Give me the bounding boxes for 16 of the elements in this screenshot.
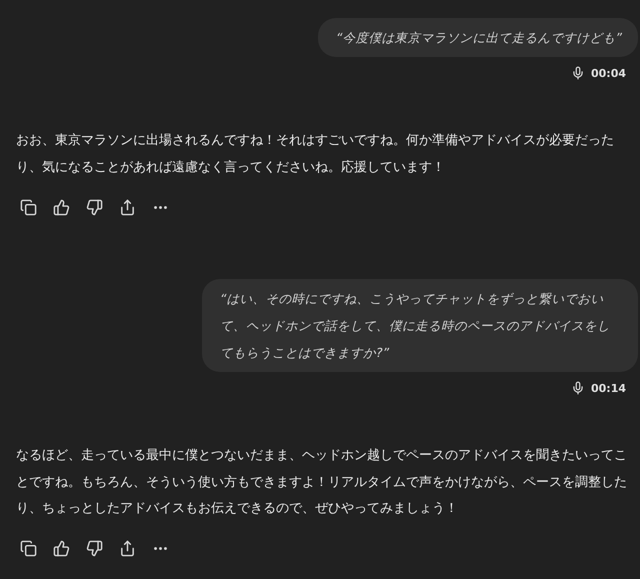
copy-icon[interactable] — [20, 540, 36, 557]
thumbs-up-icon[interactable] — [52, 198, 70, 216]
thumbs-down-icon[interactable] — [86, 540, 102, 557]
share-icon[interactable] — [118, 540, 136, 557]
thumbs-up-icon[interactable] — [52, 540, 70, 557]
share-icon[interactable] — [118, 198, 136, 216]
microphone-icon — [570, 381, 585, 395]
microphone-icon — [570, 66, 585, 80]
user-message-bubble: “はい、その時にですね、こうやってチャットをずっと繋いでおいて、ヘッドホンで話をして、僕に走る時のペースのアドバイスをしてもらうことはできますか?” — [202, 279, 638, 372]
user-message-bubble: “今度僕は東京マラソンに出て走るんですけども” — [318, 18, 638, 57]
copy-icon[interactable] — [20, 198, 36, 216]
voice-duration: 00:14 — [590, 382, 626, 394]
assistant-message: おお、東京マラソンに出場されるんですね！それはすごいですね。何か準備やアドバイスが必要だったり、気になることがあれば遠慮なく言ってくださいね。応援しています！ — [16, 132, 615, 176]
assistant-message: なるほど、走っている最中に僕とつないだまま、ヘッドホン越しでペースのアドバイスを聞きたいってことですね。もちろん、そういう使い方もできますよ！リアルタイムで声をかけながら、ペースを調整したり、ちょっとしたアドバイスもお伝えできるので、ぜひやってみましょう！ — [16, 447, 628, 518]
voice-duration: 00:04 — [590, 66, 626, 80]
thumbs-down-icon[interactable] — [86, 198, 102, 216]
